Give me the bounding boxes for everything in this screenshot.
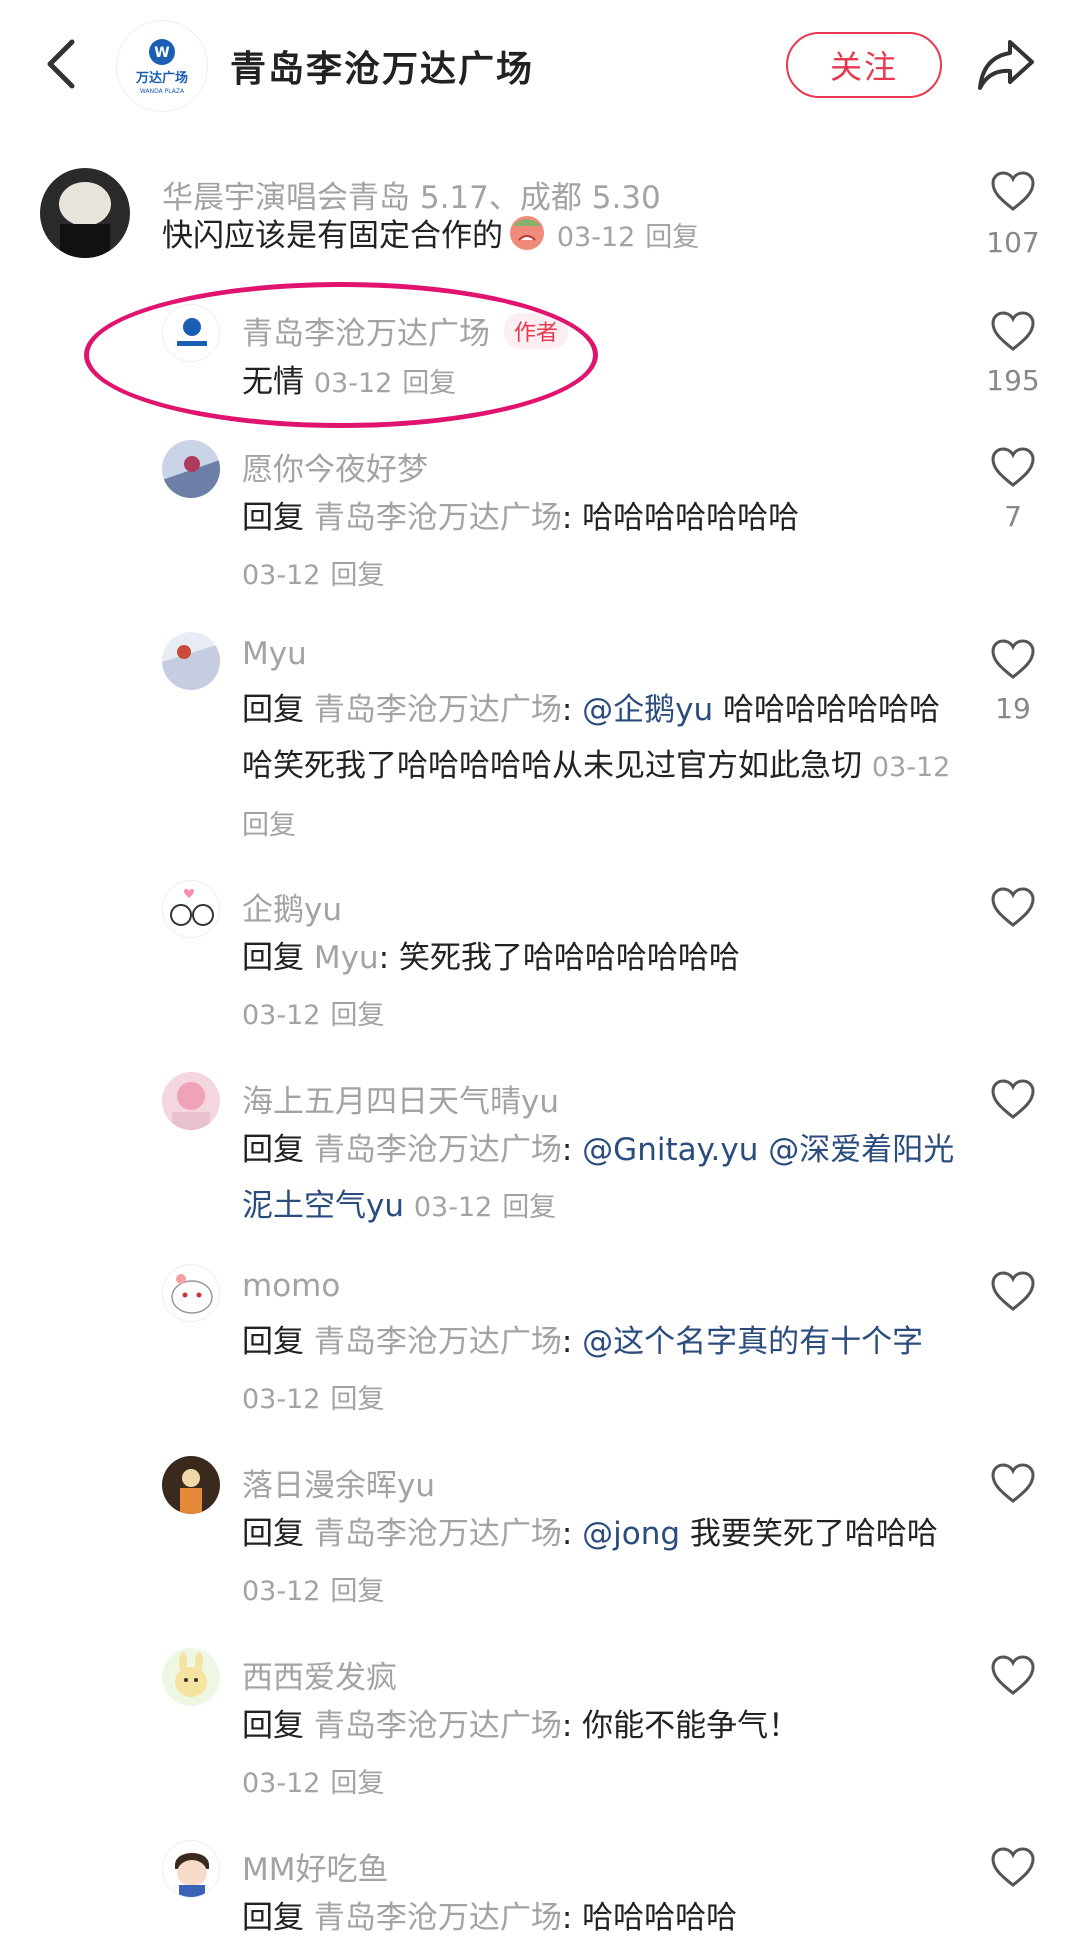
heart-icon[interactable] [990,1078,1036,1120]
commenter-name[interactable]: momo [242,1268,340,1304]
comment-text: 回复 青岛李沧万达广场: @这个名字真的有十个字 03-12 回复 [242,1324,924,1415]
reply-target[interactable]: 青岛李沧万达广场 [314,692,562,728]
heart-icon[interactable] [990,1270,1036,1312]
comment-text: 回复 青岛李沧万达广场: @企鹅yu 哈哈哈哈哈哈哈哈笑死我了哈哈哈哈哈从未见过… [242,692,951,841]
reply-target[interactable]: 青岛李沧万达广场 [314,500,562,536]
reply-button[interactable]: 回复 [330,1384,384,1415]
heart-icon[interactable] [990,886,1036,928]
reply-button[interactable]: 回复 [330,560,384,591]
reply-button[interactable]: 回复 [330,1576,384,1607]
reply-button[interactable]: 回复 [242,810,296,841]
avatar[interactable] [40,168,130,258]
mention-link[interactable]: @这个名字真的有十个字 [582,1324,923,1360]
like-count: 107 [986,226,1040,259]
reply-button[interactable]: 回复 [645,222,699,253]
mention-link[interactable]: @企鹅yu [582,692,713,728]
heart-icon[interactable] [990,446,1036,488]
heart-icon[interactable] [990,638,1036,680]
svg-text:W: W [154,45,169,61]
like-count: 195 [986,364,1040,397]
heart-icon[interactable] [990,1654,1036,1696]
wanda-logo-icon [163,305,219,361]
reply-button[interactable]: 回复 [502,1192,556,1223]
svg-text:WANDA PLAZA: WANDA PLAZA [140,88,185,95]
reply-target[interactable]: 青岛李沧万达广场 [314,1516,562,1552]
reply-target[interactable]: 青岛李沧万达广场 [314,1132,562,1168]
top-bar: W 万达广场 WANDA PLAZA 青岛李沧万达广场 关注 [0,0,1080,130]
commenter-name[interactable]: 青岛李沧万达广场 作者 [242,308,569,353]
reply-target[interactable]: 青岛李沧万达广场 [314,1708,562,1744]
svg-text:万达广场: 万达广场 [135,70,188,86]
avatar[interactable] [162,1456,220,1514]
commenter-name[interactable]: 企鹅yu [242,884,342,929]
like-count: 19 [995,692,1031,725]
heart-icon[interactable] [990,1846,1036,1888]
commenter-name[interactable]: 海上五月四日天气晴yu [242,1076,559,1121]
reply-target[interactable]: 青岛李沧万达广场 [314,1900,562,1936]
mention-link[interactable]: @jong [582,1516,680,1552]
reply-target[interactable]: Myu [314,940,379,976]
comment-text: 无情 03-12 回复 [242,364,457,400]
comment-text: 回复 青岛李沧万达广场: 哈哈哈哈哈 [242,1900,738,1936]
commenter-name[interactable]: 落日漫余晖yu [242,1460,435,1505]
avatar[interactable] [162,1648,220,1706]
avatar[interactable] [162,1840,220,1898]
reply-button[interactable]: 回复 [330,1768,384,1799]
back-arrow-icon[interactable] [40,36,84,92]
avatar[interactable] [162,440,220,498]
comment-text: 回复 青岛李沧万达广场: 你能不能争气！ 03-12 回复 [242,1708,800,1799]
comment-text: 回复 青岛李沧万达广场: 哈哈哈哈哈哈哈 03-12 回复 [242,500,800,591]
commenter-name[interactable]: 愿你今夜好梦 [242,444,428,489]
comment-text: 回复 青岛李沧万达广场: @Gnitay.yu @深爱着阳光泥土空气yu 03-… [242,1132,955,1224]
crying-emoji-icon [510,216,544,250]
like-count: 7 [1004,500,1022,533]
reply-target[interactable]: 青岛李沧万达广场 [314,1324,562,1360]
avatar[interactable] [162,880,220,938]
comment-text: 回复 青岛李沧万达广场: @jong 我要笑死了哈哈哈 03-12 回复 [242,1516,938,1607]
share-icon[interactable] [976,34,1036,94]
heart-icon[interactable] [990,170,1036,212]
heart-icon[interactable] [990,310,1036,352]
author-badge: 作者 [504,313,569,349]
commenter-name[interactable]: Myu [242,636,307,672]
reply-button[interactable]: 回复 [330,1000,384,1031]
follow-button[interactable]: 关注 [786,32,942,98]
page-title: 青岛李沧万达广场 [230,49,535,90]
avatar[interactable] [162,1072,220,1130]
comment-text: 回复 Myu: 笑死我了哈哈哈哈哈哈哈 03-12 回复 [242,940,740,1031]
avatar[interactable] [162,632,220,690]
comment-text: 快闪应该是有固定合作的 03-12 回复 [162,208,882,266]
commenter-name[interactable]: 西西爱发疯 [242,1652,397,1697]
wanda-logo-icon: W 万达广场 WANDA PLAZA [135,39,188,95]
heart-icon[interactable] [990,1462,1036,1504]
avatar[interactable] [162,304,220,362]
avatar[interactable] [162,1264,220,1322]
commenter-name[interactable]: MM好吃鱼 [242,1844,389,1889]
account-avatar[interactable]: W 万达广场 WANDA PLAZA [116,20,208,112]
reply-button[interactable]: 回复 [402,368,456,399]
